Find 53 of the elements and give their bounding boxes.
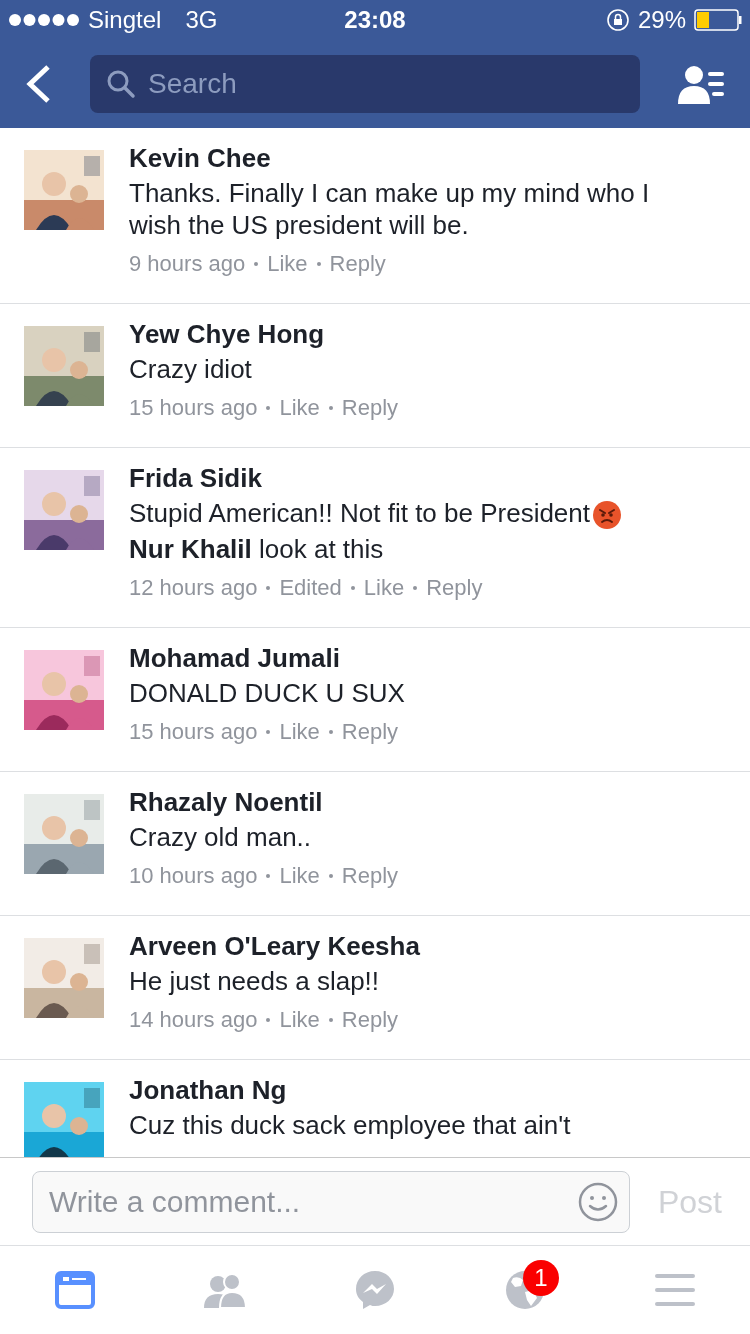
comment-action[interactable]: Reply xyxy=(341,859,399,893)
timestamp: 12 hours ago xyxy=(129,574,258,603)
commenter-name[interactable]: Rhazaly Noentil xyxy=(129,786,702,819)
commenter-name[interactable]: Yew Chye Hong xyxy=(129,318,702,350)
timestamp: 15 hours ago xyxy=(129,718,258,747)
comment-text: Thanks. Finally I can make up my mind who I wish the US president will be. xyxy=(129,178,650,240)
friends-icon[interactable] xyxy=(202,1272,248,1308)
commenter-name[interactable]: Frida Sidik xyxy=(129,462,702,494)
comment-action[interactable]: Reply xyxy=(341,391,399,424)
comment-text: Crazy idiot xyxy=(129,354,252,384)
search-field[interactable]: Search xyxy=(90,55,640,113)
comment-text: DONALD DUCK U SUX xyxy=(129,678,405,709)
comment-text: He just needs a slap!! xyxy=(129,966,380,997)
rotation-lock-icon xyxy=(605,8,630,32)
comment-action[interactable]: Like xyxy=(279,715,320,749)
signal-icon xyxy=(8,13,80,27)
smiley-icon[interactable] xyxy=(577,1181,618,1222)
network-type: 3G xyxy=(185,5,218,35)
clock-time: 23:08 xyxy=(344,5,406,35)
notification-badge: 1 xyxy=(523,1260,559,1296)
timestamp: 10 hours ago xyxy=(129,862,258,891)
comment-action[interactable]: Like xyxy=(279,859,320,893)
commenter-name[interactable]: Kevin Chee xyxy=(129,142,702,174)
profile-list-icon[interactable] xyxy=(678,64,726,104)
comment-action[interactable]: Reply xyxy=(329,247,386,280)
comment-action[interactable]: Reply xyxy=(341,715,399,749)
comment-action[interactable]: Reply xyxy=(426,571,483,605)
comment-action[interactable]: Edited xyxy=(279,571,342,605)
comment-field[interactable]: Write a comment... xyxy=(32,1170,630,1233)
angry-face-icon xyxy=(592,500,623,531)
timestamp: 15 hours ago xyxy=(129,394,258,422)
carrier-name: Singtel xyxy=(88,5,162,35)
messenger-icon[interactable] xyxy=(354,1269,396,1311)
back-icon[interactable] xyxy=(24,64,52,104)
commenter-name[interactable]: Mohamad Jumali xyxy=(129,642,702,675)
comment-action[interactable]: Like xyxy=(267,247,308,280)
timestamp: 9 hours ago xyxy=(129,250,246,278)
comment-action[interactable]: Reply xyxy=(341,1003,399,1037)
commenter-name[interactable]: Jonathan Ng xyxy=(129,1074,702,1107)
comment-action[interactable]: Like xyxy=(279,391,320,424)
commenter-name[interactable]: Arveen O'Leary Keesha xyxy=(129,930,702,963)
comment-text: Stupid American!! Not fit to be President xyxy=(129,498,591,528)
comment-text: Nur Khalil look at this xyxy=(129,534,384,565)
timestamp: 14 hours ago xyxy=(129,1006,258,1035)
comment-action[interactable]: Like xyxy=(363,571,405,605)
comment-text: Cuz this duck sack employee that ain't xyxy=(129,1110,571,1141)
battery-percentage: 29% xyxy=(637,5,686,35)
comment-text: Crazy old man.. xyxy=(129,822,312,853)
menu-icon[interactable] xyxy=(655,1274,695,1306)
battery-icon xyxy=(694,9,742,31)
comment-action[interactable]: Like xyxy=(279,1003,320,1037)
news-feed-icon[interactable] xyxy=(55,1271,95,1309)
search-icon xyxy=(106,69,136,99)
